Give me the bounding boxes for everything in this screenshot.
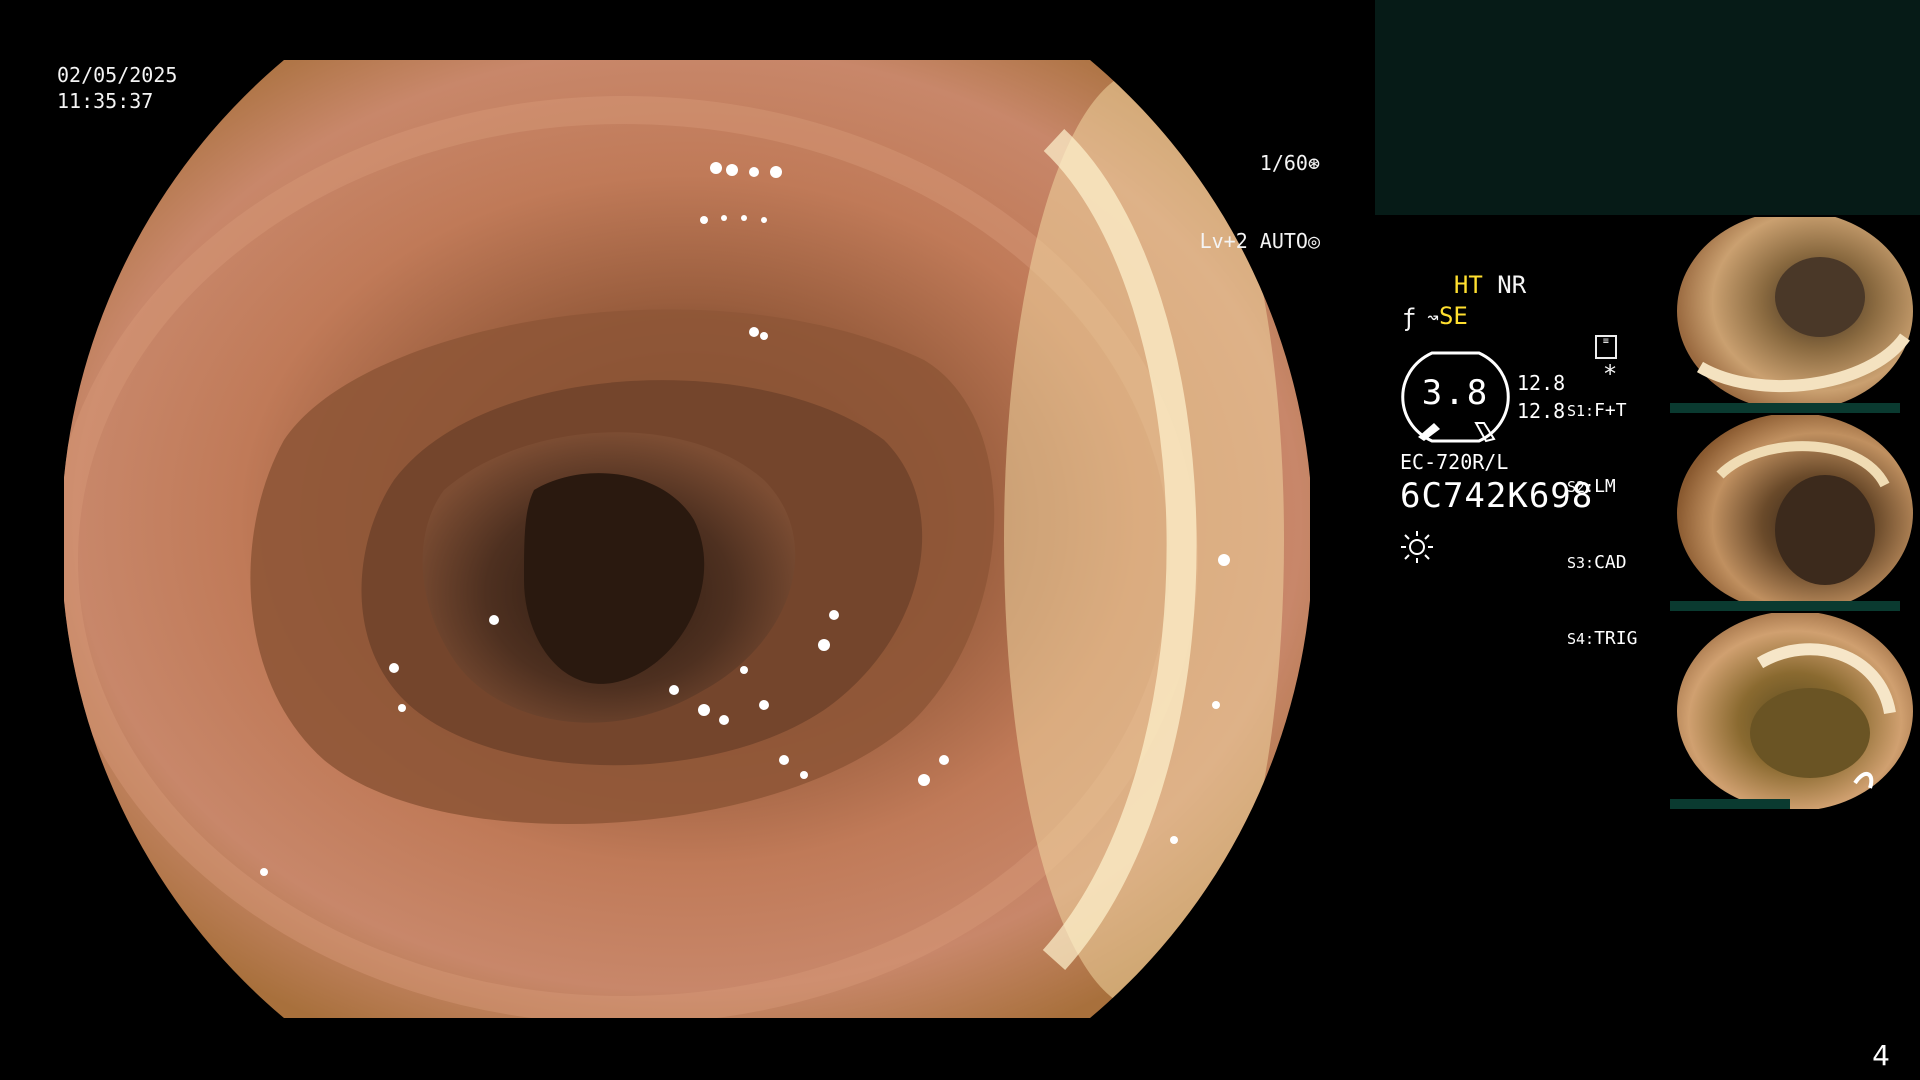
se-label: SE [1438,302,1468,330]
gauge-value: 3.8 [1421,373,1490,413]
switch-row-3: S3:CAD [1567,552,1627,573]
scope-arrow-icon: ↝ [1426,305,1439,329]
scope-model: EC-720R/L [1400,450,1509,474]
page-number: 4 [1872,1039,1890,1072]
gauge-left-top: 12.8 [1517,371,1566,395]
exposure-overlay: 1/60⊛ Lv+2 AUTO◎ [1160,98,1320,280]
flat-symbol-icon: ƒ [1402,304,1417,332]
capture-thumbnail-2[interactable] [1670,415,1920,611]
info-panel-top [1375,0,1920,215]
switch-row-4: S4:TRIG [1567,628,1638,649]
datetime-overlay: 02/05/2025 11:35:37 [57,62,177,114]
shutter-text: 1/60 [1259,151,1308,175]
switch-row-1: S1:F+T [1567,400,1627,421]
nr-label: NR [1497,271,1527,299]
aperture-icon: ⊛ [1307,151,1320,175]
scope-serial: 6C742K698 [1400,476,1594,516]
auto-iris-icon: ◎ [1307,229,1320,253]
capture-thumbnail-1[interactable] [1670,217,1920,413]
light-source-icon [1400,530,1434,564]
capture-thumbnail-3[interactable] [1670,613,1920,809]
time-text: 11:35:37 [57,89,154,113]
colon-lumen-image [64,60,1310,1018]
date-text: 02/05/2025 [57,63,178,87]
zoom-gauge: 3.8 [1398,351,1513,443]
level-mode-text: Lv+2 AUTO [1199,229,1308,253]
gauge-left-bottom: 12.8 [1517,399,1566,423]
endoscope-main-view [64,60,1310,1018]
